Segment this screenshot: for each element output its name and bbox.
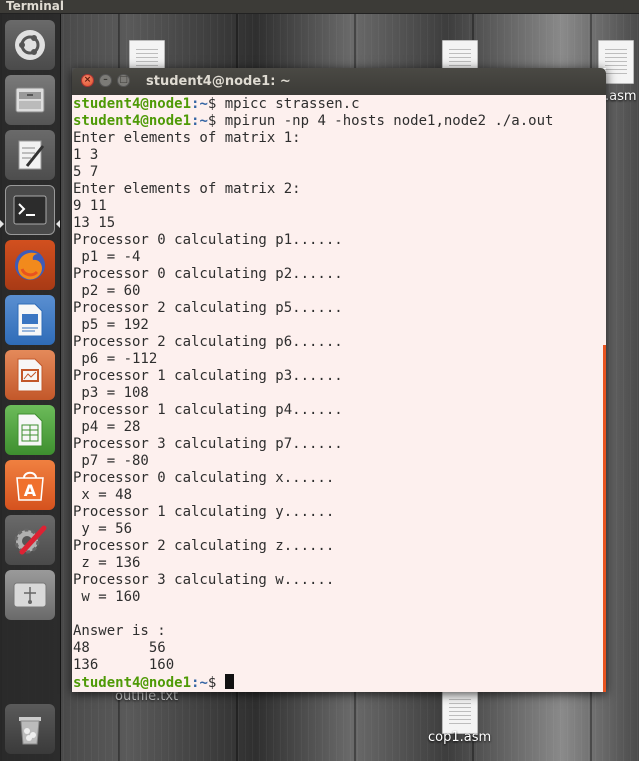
command-text: mpirun -np 4 -hosts node1,node2 ./a.out [224, 113, 554, 129]
terminal-window[interactable]: × – □ student4@node1: ~ student4@node1:~… [72, 68, 606, 692]
command-text: mpicc strassen.c [224, 96, 360, 112]
usb-drive-icon[interactable] [5, 570, 55, 620]
libreoffice-impress-icon[interactable] [5, 350, 55, 400]
output-line: 1 3 [73, 147, 99, 163]
libreoffice-writer-icon[interactable] [5, 295, 55, 345]
output-line: Processor 1 calculating p4...... [73, 402, 343, 418]
output-line: p7 = -80 [73, 453, 149, 469]
prompt-user: student4@node1 [73, 96, 192, 112]
window-title: student4@node1: ~ [146, 74, 291, 89]
prompt-user: student4@node1 [73, 675, 192, 691]
desktop-file-icon[interactable] [442, 690, 478, 734]
command-line: student4@node1:~$ mpicc strassen.c [73, 96, 606, 113]
output-line: 48 56 [73, 640, 166, 656]
prompt-symbol: $ [207, 96, 225, 112]
output-line: Processor 0 calculating p1...... [73, 232, 343, 248]
output-line: 9 11 [73, 198, 107, 214]
output-line: Processor 1 calculating y...... [73, 504, 335, 520]
output-line: Enter elements of matrix 1: [73, 130, 301, 146]
output-line: Enter elements of matrix 2: [73, 181, 301, 197]
system-settings-icon[interactable] [5, 515, 55, 565]
minimize-button[interactable]: – [99, 74, 112, 87]
files-icon[interactable] [5, 75, 55, 125]
output-line: p3 = 108 [73, 385, 149, 401]
output-line: w = 160 [73, 589, 141, 605]
text-editor-icon[interactable] [5, 130, 55, 180]
active-app-name: Terminal [6, 0, 65, 13]
output-line: Processor 2 calculating p5...... [73, 300, 343, 316]
window-edge-accent [603, 345, 606, 692]
prompt-path: :~ [191, 675, 208, 691]
svg-text:A: A [24, 481, 37, 500]
focus-indicator [56, 220, 60, 228]
prompt-user: student4@node1 [73, 113, 192, 129]
window-titlebar[interactable]: × – □ student4@node1: ~ [72, 68, 606, 95]
firefox-icon[interactable] [5, 240, 55, 290]
output-line: Processor 3 calculating w...... [73, 572, 335, 588]
prompt-path: :~ [191, 96, 208, 112]
output-line: p4 = 28 [73, 419, 141, 435]
terminal-icon[interactable] [5, 185, 55, 235]
libreoffice-calc-icon[interactable] [5, 405, 55, 455]
prompt-symbol: $ [207, 675, 225, 691]
command-line: student4@node1:~$ mpirun -np 4 -hosts no… [73, 113, 606, 130]
output-line: p1 = -4 [73, 249, 141, 265]
maximize-button[interactable]: □ [117, 74, 130, 87]
output-line: z = 136 [73, 555, 141, 571]
output-line: Answer is : [73, 623, 166, 639]
output-line: p6 = -112 [73, 351, 158, 367]
launcher: A [0, 14, 61, 761]
current-prompt-line[interactable]: student4@node1:~$ [73, 674, 606, 691]
output-line: p5 = 192 [73, 317, 149, 333]
software-center-icon[interactable]: A [5, 460, 55, 510]
close-button[interactable]: × [81, 74, 94, 87]
desktop-file-label[interactable]: .asm [605, 89, 637, 104]
output-line: Processor 0 calculating p2...... [73, 266, 343, 282]
output-line: x = 48 [73, 487, 133, 503]
prompt-symbol: $ [207, 113, 225, 129]
output-line: Processor 2 calculating p6...... [73, 334, 343, 350]
output-line: 5 7 [73, 164, 99, 180]
active-indicator [0, 220, 4, 228]
output-line: Processor 2 calculating z...... [73, 538, 335, 554]
prompt-path: :~ [191, 113, 208, 129]
top-panel: Terminal [0, 0, 639, 14]
trash-icon[interactable] [5, 704, 55, 754]
output-line: Processor 0 calculating x...... [73, 470, 335, 486]
text-cursor [224, 674, 234, 689]
ubuntu-dash-icon[interactable] [5, 20, 55, 70]
output-line: p2 = 60 [73, 283, 141, 299]
terminal-output: Enter elements of matrix 1: 1 35 7 Enter e… [73, 130, 606, 674]
terminal-content[interactable]: student4@node1:~$ mpicc strassen.c stude… [72, 95, 606, 692]
output-line: Processor 3 calculating p7...... [73, 436, 343, 452]
output-line: y = 56 [73, 521, 133, 537]
output-line: 136 160 [73, 657, 175, 673]
desktop-file-label[interactable]: cop1.asm [428, 730, 491, 745]
output-line: 13 15 [73, 215, 116, 231]
output-line: Processor 1 calculating p3...... [73, 368, 343, 384]
